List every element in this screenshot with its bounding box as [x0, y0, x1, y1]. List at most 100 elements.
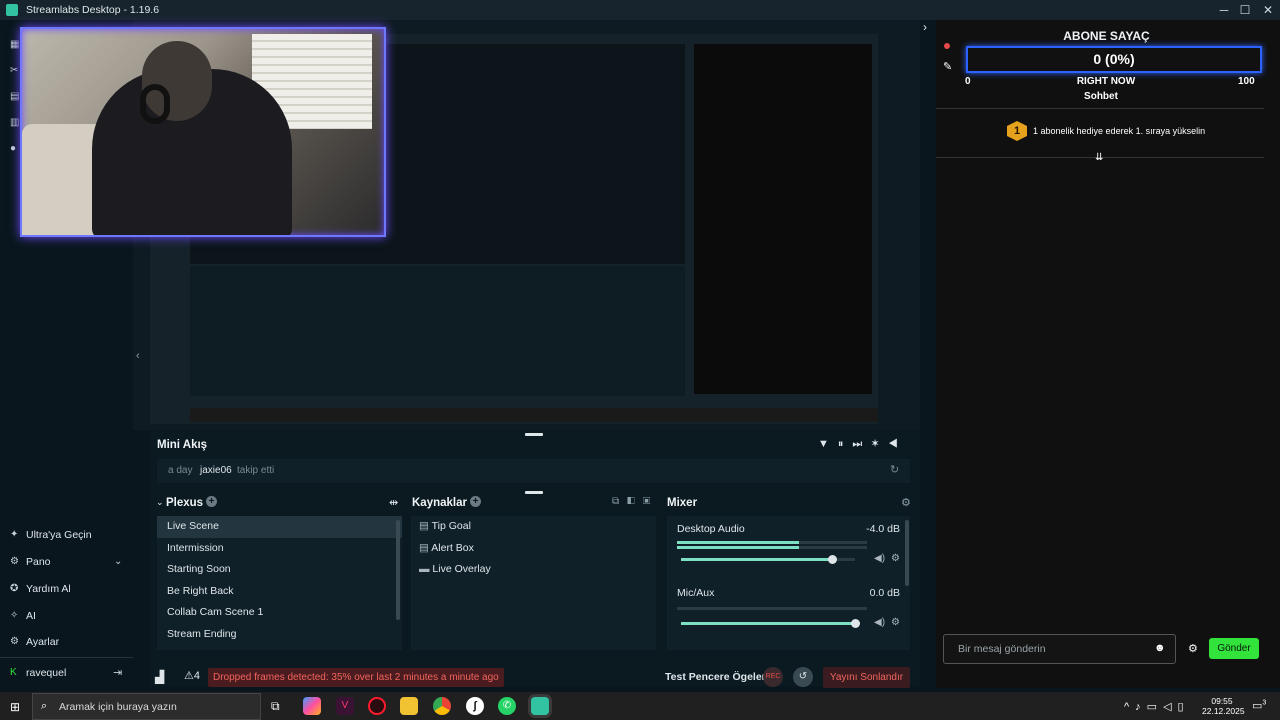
maximize-icon[interactable]: ☐ — [1233, 0, 1257, 20]
source-item-live-overlay[interactable]: ▬ Live Overlay — [411, 559, 656, 581]
scene-item-intermission[interactable]: Intermission — [157, 538, 402, 560]
chat-settings-gear-icon[interactable]: ⚙ — [1188, 642, 1198, 655]
username: ravequel — [26, 667, 67, 679]
chat-input-placeholder: Bir mesaj gönderin — [958, 643, 1046, 655]
channel-name: Desktop Audio — [677, 523, 745, 535]
time: 09:55 — [1211, 696, 1233, 706]
event-user: jaxie06 — [200, 465, 232, 476]
logout-icon[interactable]: ⇥ — [113, 666, 122, 679]
chrome-icon[interactable] — [433, 697, 451, 715]
add-source-icon[interactable]: + — [470, 496, 481, 507]
sidebar-item-pano[interactable]: ⚙ Pano — [10, 556, 51, 568]
sidebar-item-ultra[interactable]: ✦ Ultra'ya Geçin — [10, 529, 92, 541]
opera-gx-icon[interactable] — [368, 697, 386, 715]
task-view-icon[interactable]: ⧉ — [271, 699, 280, 714]
event-time: a day — [168, 465, 193, 476]
source-toolbar: ⧉◧▣ — [612, 496, 658, 507]
collapse-left-icon[interactable]: ‹ — [136, 350, 140, 362]
scene-transitions-icon[interactable]: ⇹ — [389, 496, 398, 509]
sidebar-item-ai[interactable]: ✧ AI — [10, 610, 36, 622]
send-button[interactable]: Gönder — [1209, 638, 1259, 659]
emoji-icon[interactable]: ☻ — [1154, 642, 1166, 654]
channel-gear-icon[interactable]: ⚙ — [891, 617, 900, 628]
counter-value: 0 (0%) — [966, 46, 1262, 73]
source-filters-icon[interactable]: ◧ — [627, 496, 643, 507]
volume-icon[interactable]: ◀ — [888, 438, 907, 450]
mute-alerts-icon[interactable]: ✶ — [871, 438, 888, 450]
feed-controls: ▼⏸⏭✶◀ — [818, 438, 907, 451]
filter-icon[interactable]: ▼ — [818, 438, 838, 450]
desktop-audio-knob[interactable] — [828, 555, 838, 564]
taskbar-search[interactable]: ⌕ Aramak için buraya yazın — [32, 693, 261, 720]
user-profile[interactable]: Kravequel — [10, 667, 66, 679]
whatsapp-icon[interactable]: ✆ — [498, 697, 516, 715]
source-item-tip-goal[interactable]: ▤ Tip Goal — [411, 516, 656, 538]
chevron-down-icon[interactable]: ⌄ — [114, 556, 122, 567]
mixer-settings-gear-icon[interactable]: ⚙ — [901, 496, 911, 509]
add-scene-icon[interactable]: + — [206, 496, 217, 507]
valorant-icon[interactable]: V — [336, 697, 354, 715]
desktop-audio-meter — [677, 541, 867, 544]
speaker-icon[interactable]: ◀) — [874, 617, 885, 628]
scene-item-starting-soon[interactable]: Starting Soon — [157, 559, 402, 581]
scene-item-be-right-back[interactable]: Be Right Back — [157, 581, 402, 603]
help-icon: ✪ — [10, 583, 19, 594]
ultra-icon: ✦ — [10, 529, 19, 540]
channel-gear-icon[interactable]: ⚙ — [891, 553, 900, 564]
scroll-down-icon[interactable]: ⇊ — [1095, 152, 1103, 163]
close-icon[interactable]: ✕ — [1256, 0, 1280, 20]
edit-pencil-icon[interactable]: ✎ — [943, 60, 952, 73]
mixer-panel: Desktop Audio -4.0 dB ◀) ⚙ Mic/Aux 0.0 d… — [667, 516, 910, 650]
app-icon[interactable]: ʃ — [466, 697, 484, 715]
divider — [936, 108, 1264, 109]
clock[interactable]: 09:55 22.12.2025 — [1202, 696, 1245, 716]
network-icon[interactable]: ▭ — [1147, 701, 1163, 713]
volume-mute-icon[interactable]: ◁ — [1163, 701, 1177, 713]
source-properties-icon[interactable]: ⧉ — [612, 496, 627, 507]
scene-item-live-scene[interactable]: Live Scene — [157, 516, 402, 538]
record-button[interactable]: REC — [763, 667, 783, 687]
resize-handle-icon[interactable] — [525, 433, 543, 436]
sidebar-item-settings[interactable]: ⚙ Ayarlar — [10, 636, 59, 648]
chat-input[interactable]: Bir mesaj gönderin ☻ — [943, 634, 1176, 664]
pause-icon[interactable]: ⏸ — [838, 438, 853, 450]
mixer-scrollbar[interactable] — [905, 520, 909, 586]
scene-item-stream-ending[interactable]: Stream Ending — [157, 624, 402, 646]
microphone-icon[interactable]: ♪ — [1135, 701, 1147, 713]
warning-icon[interactable]: ⚠4 — [184, 669, 200, 682]
windows-start-icon[interactable]: ⊞ — [10, 700, 20, 714]
mic-slider[interactable] — [681, 622, 855, 625]
skip-icon[interactable]: ⏭ — [852, 438, 871, 450]
scene-item-collab-cam[interactable]: Collab Cam Scene 1 — [157, 602, 402, 624]
notification-icon[interactable]: ▭3 — [1252, 699, 1266, 712]
resize-handle-icon[interactable] — [525, 491, 543, 494]
performance-icon[interactable]: ▟ — [155, 670, 164, 684]
replay-buffer-icon[interactable]: ↺ — [793, 667, 813, 687]
source-label: Alert Box — [431, 541, 474, 554]
sidebar-item-help[interactable]: ✪ Yardım Al — [10, 583, 71, 595]
collapse-right-icon[interactable]: › — [923, 20, 927, 34]
event-action: takip etti — [237, 465, 275, 476]
add-folder-icon[interactable]: ▣ — [643, 496, 659, 507]
nested-taskbar — [190, 408, 878, 422]
store-icon[interactable]: ▤ — [10, 84, 20, 110]
counter-min: 0 — [965, 76, 971, 87]
highlighter-icon[interactable]: ● — [10, 136, 20, 162]
chevron-up-icon[interactable]: ^ — [1124, 701, 1135, 713]
end-stream-button[interactable]: Yayını Sonlandır — [823, 667, 910, 688]
battery-icon[interactable]: ▯ — [1178, 701, 1190, 713]
copilot-icon[interactable] — [303, 697, 321, 715]
replay-icon[interactable]: ↻ — [890, 463, 899, 476]
editor-icon[interactable]: ▦ — [10, 32, 20, 58]
collapse-chevron-icon[interactable]: ⌄ — [156, 497, 164, 508]
streamlabs-icon[interactable] — [531, 697, 549, 715]
dropped-frames-notice[interactable]: Dropped frames detected: 35% over last 2… — [208, 668, 504, 687]
speaker-icon[interactable]: ◀) — [874, 553, 885, 564]
source-item-alert-box[interactable]: ▤ Alert Box — [411, 538, 656, 560]
mic-knob[interactable] — [851, 619, 860, 628]
apps-icon[interactable]: ▥ — [10, 110, 20, 136]
file-explorer-icon[interactable] — [400, 697, 418, 715]
theme-icon[interactable]: ✂ — [10, 58, 20, 84]
scene-scrollbar[interactable] — [396, 520, 400, 620]
app-logo-icon — [6, 4, 18, 16]
